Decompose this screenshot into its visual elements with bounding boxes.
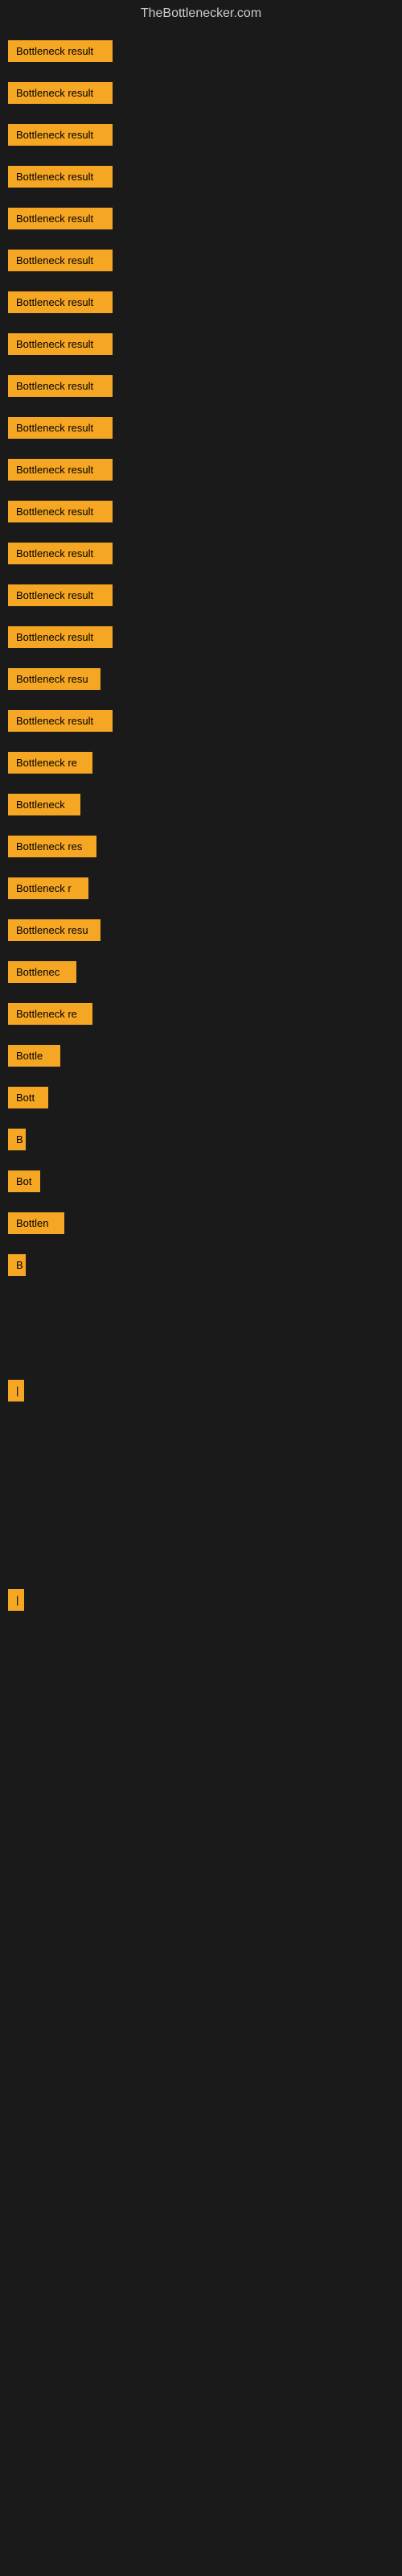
- bottleneck-result-badge: Bottleneck result: [8, 82, 113, 104]
- bottleneck-result-badge: Bottleneck result: [8, 501, 113, 522]
- list-item: B: [0, 1116, 402, 1158]
- list-item: Bottlen: [0, 1199, 402, 1241]
- list-item: B: [0, 1241, 402, 1283]
- bottleneck-result-badge: Bottleneck res: [8, 836, 96, 857]
- list-item: Bottleneck: [0, 781, 402, 823]
- list-item: Bottleneck result: [0, 613, 402, 655]
- bottleneck-result-badge: Bottleneck: [8, 794, 80, 815]
- bottleneck-result-badge: Bottlen: [8, 1212, 64, 1234]
- list-item: Bottleneck result: [0, 488, 402, 530]
- bottleneck-result-badge: |: [8, 1589, 24, 1611]
- list-item: Bottleneck result: [0, 69, 402, 111]
- list-item: Bot: [0, 1158, 402, 1199]
- bottleneck-result-badge: Bottleneck resu: [8, 668, 100, 690]
- list-item: |: [0, 1367, 402, 1409]
- list-item: Bottleneck result: [0, 237, 402, 279]
- bottleneck-result-badge: Bottleneck result: [8, 333, 113, 355]
- list-item: Bottleneck result: [0, 195, 402, 237]
- list-item: [0, 1283, 402, 1325]
- bottleneck-result-badge: Bottleneck result: [8, 543, 113, 564]
- bottleneck-result-badge: Bottleneck result: [8, 250, 113, 271]
- list-item: Bottleneck result: [0, 27, 402, 69]
- bottleneck-result-badge: Bottleneck result: [8, 375, 113, 397]
- bottleneck-result-badge: Bottleneck result: [8, 459, 113, 481]
- site-title: TheBottlenecker.com: [0, 0, 402, 27]
- list-item: |: [0, 1576, 402, 1618]
- list-item: Bottleneck result: [0, 446, 402, 488]
- list-item: [0, 1325, 402, 1367]
- list-item: Bottleneck result: [0, 279, 402, 320]
- bottleneck-result-badge: Bottleneck result: [8, 626, 113, 648]
- list-item: [0, 1492, 402, 1534]
- list-item: Bottleneck result: [0, 572, 402, 613]
- bottleneck-result-badge: Bottleneck result: [8, 710, 113, 732]
- bottleneck-result-badge: Bottlenec: [8, 961, 76, 983]
- list-item: Bottle: [0, 1032, 402, 1074]
- bottleneck-result-badge: Bottleneck re: [8, 1003, 92, 1025]
- list-item: Bottleneck result: [0, 697, 402, 739]
- bottleneck-result-badge: Bottleneck resu: [8, 919, 100, 941]
- bottleneck-result-badge: Bottleneck re: [8, 752, 92, 774]
- bottleneck-result-badge: B: [8, 1254, 26, 1276]
- list-item: Bottleneck re: [0, 990, 402, 1032]
- bottleneck-result-badge: Bottleneck result: [8, 208, 113, 229]
- bottleneck-result-badge: Bottleneck result: [8, 40, 113, 62]
- bottleneck-result-badge: Bottleneck r: [8, 877, 88, 899]
- bottleneck-result-badge: Bottleneck result: [8, 291, 113, 313]
- list-item: [0, 1409, 402, 1451]
- list-item: Bottleneck result: [0, 362, 402, 404]
- list-item: Bottleneck resu: [0, 906, 402, 948]
- bottleneck-result-badge: Bottleneck result: [8, 584, 113, 606]
- list-item: Bottleneck res: [0, 823, 402, 865]
- bottleneck-result-badge: Bottleneck result: [8, 166, 113, 188]
- list-item: Bottleneck resu: [0, 655, 402, 697]
- bottleneck-result-badge: |: [8, 1380, 24, 1402]
- list-item: [0, 1534, 402, 1576]
- list-item: Bottleneck r: [0, 865, 402, 906]
- list-item: Bottleneck result: [0, 320, 402, 362]
- list-item: Bott: [0, 1074, 402, 1116]
- bottleneck-result-badge: Bot: [8, 1170, 40, 1192]
- bottleneck-result-badge: Bottle: [8, 1045, 60, 1067]
- bottleneck-result-badge: Bott: [8, 1087, 48, 1108]
- list-item: Bottleneck result: [0, 111, 402, 153]
- bottleneck-result-badge: B: [8, 1129, 26, 1150]
- list-item: Bottleneck result: [0, 404, 402, 446]
- list-item: Bottlenec: [0, 948, 402, 990]
- bottleneck-result-badge: Bottleneck result: [8, 417, 113, 439]
- list-item: [0, 1451, 402, 1492]
- bottleneck-result-badge: Bottleneck result: [8, 124, 113, 146]
- list-item: Bottleneck result: [0, 530, 402, 572]
- list-item: Bottleneck re: [0, 739, 402, 781]
- list-item: Bottleneck result: [0, 153, 402, 195]
